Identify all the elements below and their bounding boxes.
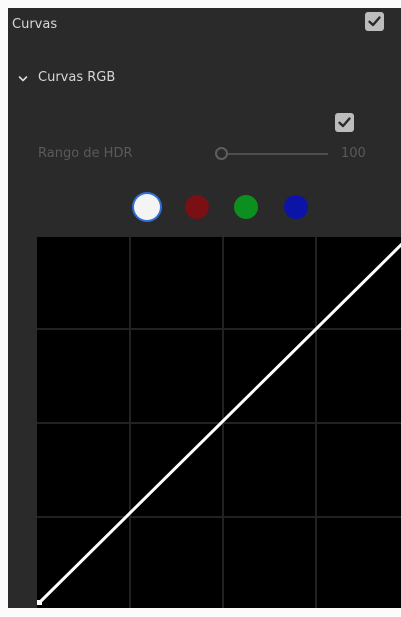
hdr-range-slider-track[interactable] [226, 153, 328, 155]
hdr-range-slider-handle[interactable] [215, 147, 228, 160]
chevron-down-icon[interactable] [18, 74, 28, 84]
curves-panel: Curvas Curvas RGB Rango de HDR 100 [8, 8, 401, 608]
section-label: Curvas RGB [38, 70, 116, 85]
channel-green-button[interactable] [234, 195, 258, 219]
hdr-range-value[interactable]: 100 [341, 146, 366, 161]
channel-red-button[interactable] [185, 195, 209, 219]
curve-graph[interactable] [37, 237, 401, 608]
hdr-range-label: Rango de HDR [38, 146, 133, 161]
panel-title: Curvas [12, 17, 58, 32]
hdr-range-row: Rango de HDR 100 [8, 142, 401, 166]
curve-black-point-handle[interactable] [37, 600, 42, 605]
curves-enable-checkbox[interactable] [365, 12, 384, 31]
panel-header[interactable]: Curvas [8, 8, 401, 44]
checkmark-icon [368, 16, 381, 27]
tone-curve-line[interactable] [37, 237, 401, 605]
channel-blue-button[interactable] [284, 195, 308, 219]
curve-editor[interactable] [37, 237, 401, 608]
hdr-range-checkbox[interactable] [335, 113, 354, 132]
checkmark-icon [338, 117, 351, 128]
rgb-curves-section-header[interactable]: Curvas RGB [8, 68, 401, 92]
channel-white-button[interactable] [134, 194, 160, 220]
